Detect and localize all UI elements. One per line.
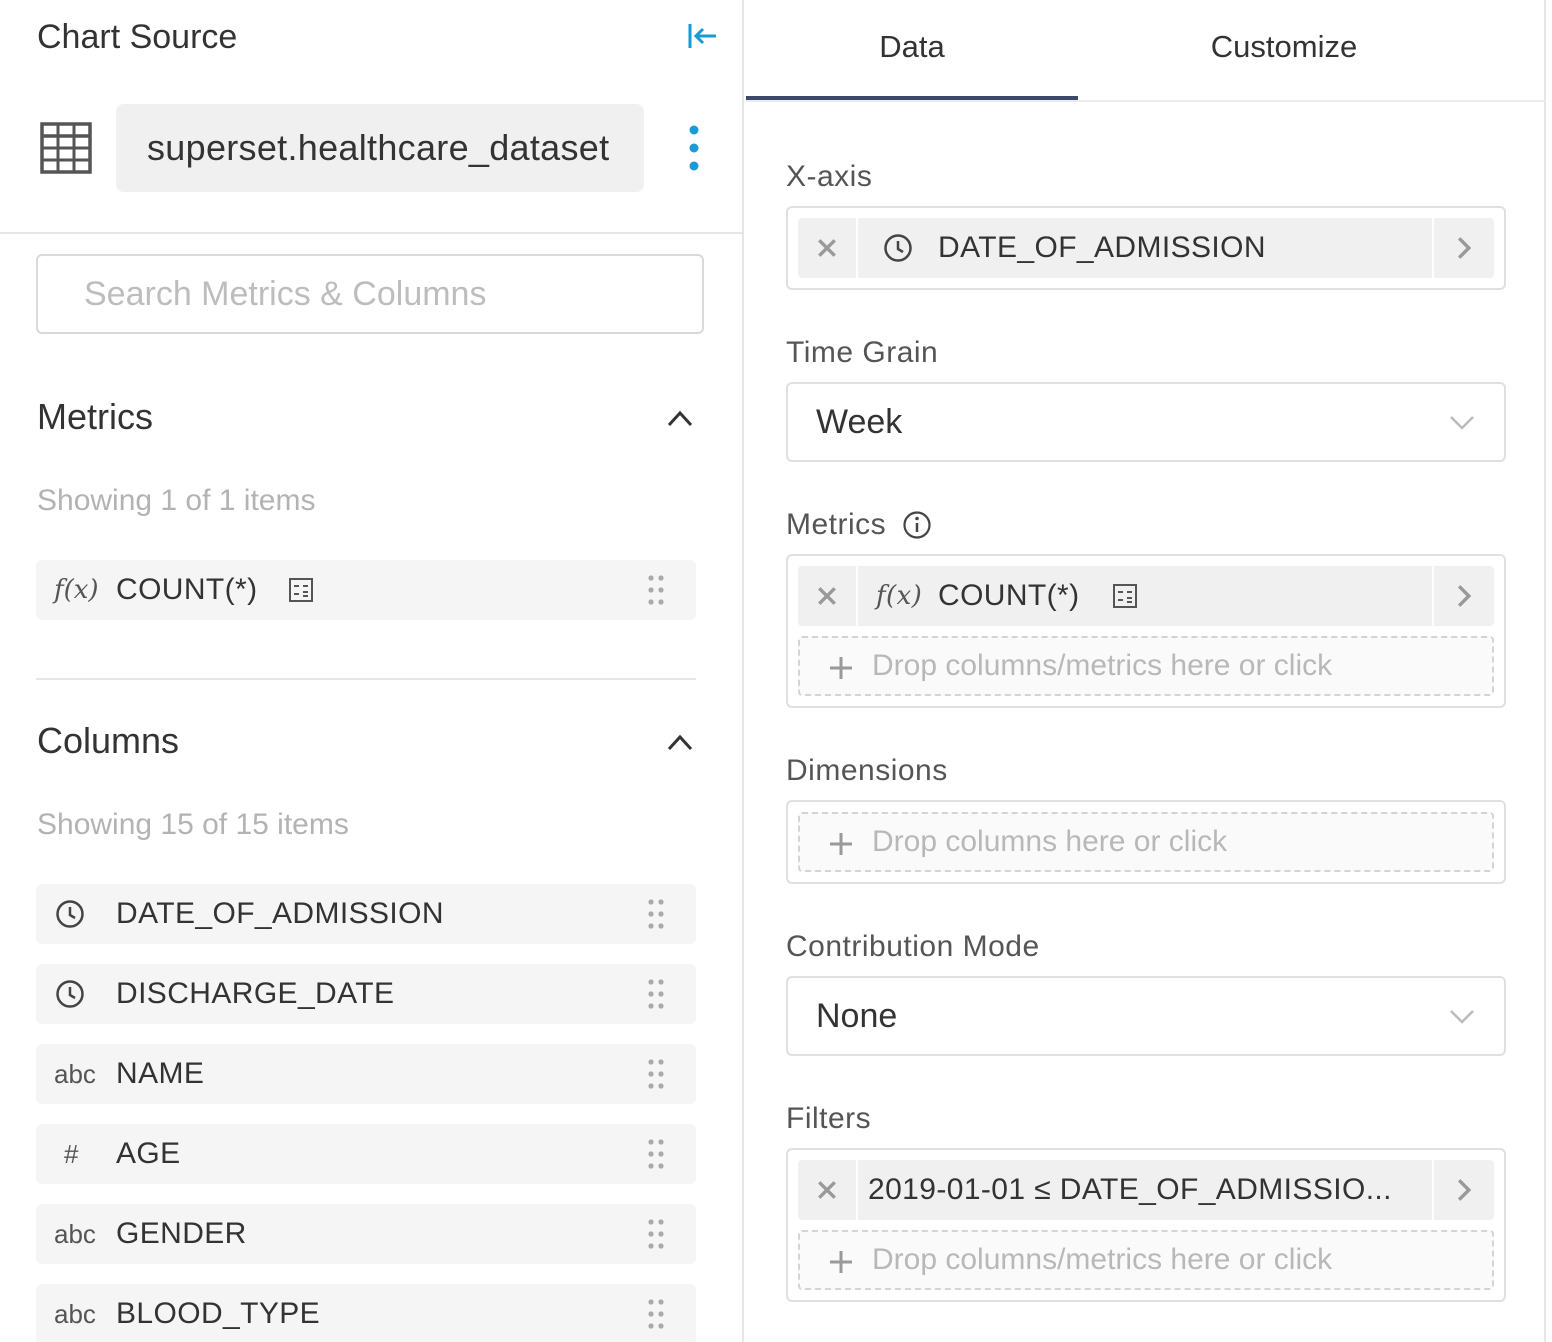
column-item[interactable]: abc GENDER	[36, 1204, 696, 1264]
filters-control: 2019-01-01 ≤ DATE_OF_ADMISSIO... Drop co…	[786, 1148, 1506, 1302]
x-axis-control: DATE_OF_ADMISSION	[786, 206, 1506, 290]
metrics-label: Metrics	[786, 508, 887, 541]
metrics-control: f(x) COUNT(*) Drop columns/metrics here …	[786, 554, 1506, 708]
plus-icon	[830, 657, 852, 679]
divider	[36, 678, 696, 680]
time-grain-select[interactable]: Week	[786, 382, 1506, 462]
remove-icon[interactable]	[798, 218, 858, 278]
column-item[interactable]: abc NAME	[36, 1044, 696, 1104]
column-item[interactable]: # AGE	[36, 1124, 696, 1184]
divider	[0, 232, 744, 234]
remove-icon[interactable]	[798, 1160, 858, 1220]
dimensions-control: Drop columns here or click	[786, 800, 1506, 884]
metrics-section-title: Metrics	[37, 396, 153, 437]
metrics-count: Showing 1 of 1 items	[37, 484, 316, 517]
function-icon: f(x)	[876, 581, 923, 611]
chevron-right-icon[interactable]	[1432, 566, 1494, 626]
columns-count: Showing 15 of 15 items	[37, 808, 349, 841]
filters-label: Filters	[786, 1102, 872, 1135]
filter-value: 2019-01-01 ≤ DATE_OF_ADMISSIO...	[868, 1173, 1392, 1206]
chevron-up-icon[interactable]	[664, 730, 696, 754]
contribution-mode-label: Contribution Mode	[786, 930, 1040, 963]
metric-chip[interactable]: f(x) COUNT(*)	[798, 566, 1494, 626]
chart-source-panel: Chart Source superset.healthcare_dataset…	[0, 0, 744, 1342]
info-icon[interactable]	[902, 510, 932, 540]
search-metrics-columns-input[interactable]	[36, 254, 704, 334]
contribution-mode-value: None	[816, 997, 898, 1035]
chevron-right-icon[interactable]	[1432, 218, 1494, 278]
chart-source-title: Chart Source	[37, 18, 238, 56]
contribution-mode-select[interactable]: None	[786, 976, 1506, 1056]
metric-value: COUNT(*)	[938, 579, 1080, 612]
filters-drop-zone[interactable]: Drop columns/metrics here or click	[798, 1230, 1494, 1290]
string-type-icon: abc	[54, 1298, 96, 1329]
drag-handle-icon[interactable]	[646, 574, 666, 606]
column-label: GENDER	[116, 1217, 247, 1250]
time-grain-value: Week	[816, 403, 903, 441]
chevron-right-icon[interactable]	[1432, 1160, 1494, 1220]
x-axis-label: X-axis	[786, 160, 873, 193]
drop-hint: Drop columns/metrics here or click	[872, 1243, 1333, 1276]
chart-controls-panel: Data Customize X-axis DATE_OF_ADMISSION …	[746, 0, 1546, 1342]
dataset-name[interactable]: superset.healthcare_dataset	[116, 104, 644, 192]
dataset-table-icon	[40, 122, 92, 174]
dimensions-label: Dimensions	[786, 754, 948, 787]
drop-hint: Drop columns/metrics here or click	[872, 649, 1333, 682]
column-label: NAME	[116, 1057, 205, 1090]
string-type-icon: abc	[54, 1058, 96, 1089]
dataset-menu-icon[interactable]	[684, 124, 704, 174]
chevron-down-icon	[1450, 416, 1474, 430]
tab-customize[interactable]: Customize	[1078, 0, 1490, 100]
drag-handle-icon[interactable]	[646, 1298, 666, 1330]
column-label: DISCHARGE_DATE	[116, 977, 395, 1010]
clock-icon	[54, 884, 106, 944]
string-type-icon: abc	[54, 1218, 96, 1249]
plus-icon	[830, 833, 852, 855]
metrics-drop-zone[interactable]: Drop columns/metrics here or click	[798, 636, 1494, 696]
divider	[746, 100, 1546, 102]
drag-handle-icon[interactable]	[646, 978, 666, 1010]
numeric-type-icon: #	[64, 1138, 79, 1169]
column-item[interactable]: DISCHARGE_DATE	[36, 964, 696, 1024]
metric-item[interactable]: f(x) COUNT(*)	[36, 560, 696, 620]
x-axis-chip[interactable]: DATE_OF_ADMISSION	[798, 218, 1494, 278]
tab-data[interactable]: Data	[746, 0, 1078, 100]
column-label: BLOOD_TYPE	[116, 1297, 321, 1330]
collapse-panel-icon[interactable]	[684, 18, 720, 54]
drag-handle-icon[interactable]	[646, 1138, 666, 1170]
calculator-icon	[289, 578, 313, 602]
drag-handle-icon[interactable]	[646, 898, 666, 930]
chevron-down-icon	[1450, 1010, 1474, 1024]
metric-label: COUNT(*)	[116, 573, 258, 606]
clock-icon	[54, 964, 106, 1024]
remove-icon[interactable]	[798, 566, 858, 626]
column-item[interactable]: DATE_OF_ADMISSION	[36, 884, 696, 944]
column-item[interactable]: abc BLOOD_TYPE	[36, 1284, 696, 1342]
chevron-up-icon[interactable]	[664, 406, 696, 430]
function-icon: f(x)	[54, 575, 99, 605]
drag-handle-icon[interactable]	[646, 1058, 666, 1090]
dimensions-drop-zone[interactable]: Drop columns here or click	[798, 812, 1494, 872]
x-axis-value: DATE_OF_ADMISSION	[938, 231, 1266, 264]
time-grain-label: Time Grain	[786, 336, 939, 369]
column-label: AGE	[116, 1137, 181, 1170]
clock-icon	[884, 234, 912, 262]
column-label: DATE_OF_ADMISSION	[116, 897, 444, 930]
columns-section-title: Columns	[37, 720, 180, 761]
drag-handle-icon[interactable]	[646, 1218, 666, 1250]
filter-chip[interactable]: 2019-01-01 ≤ DATE_OF_ADMISSIO...	[798, 1160, 1494, 1220]
calculator-icon	[1113, 584, 1137, 608]
drop-hint: Drop columns here or click	[872, 825, 1228, 858]
plus-icon	[830, 1251, 852, 1273]
